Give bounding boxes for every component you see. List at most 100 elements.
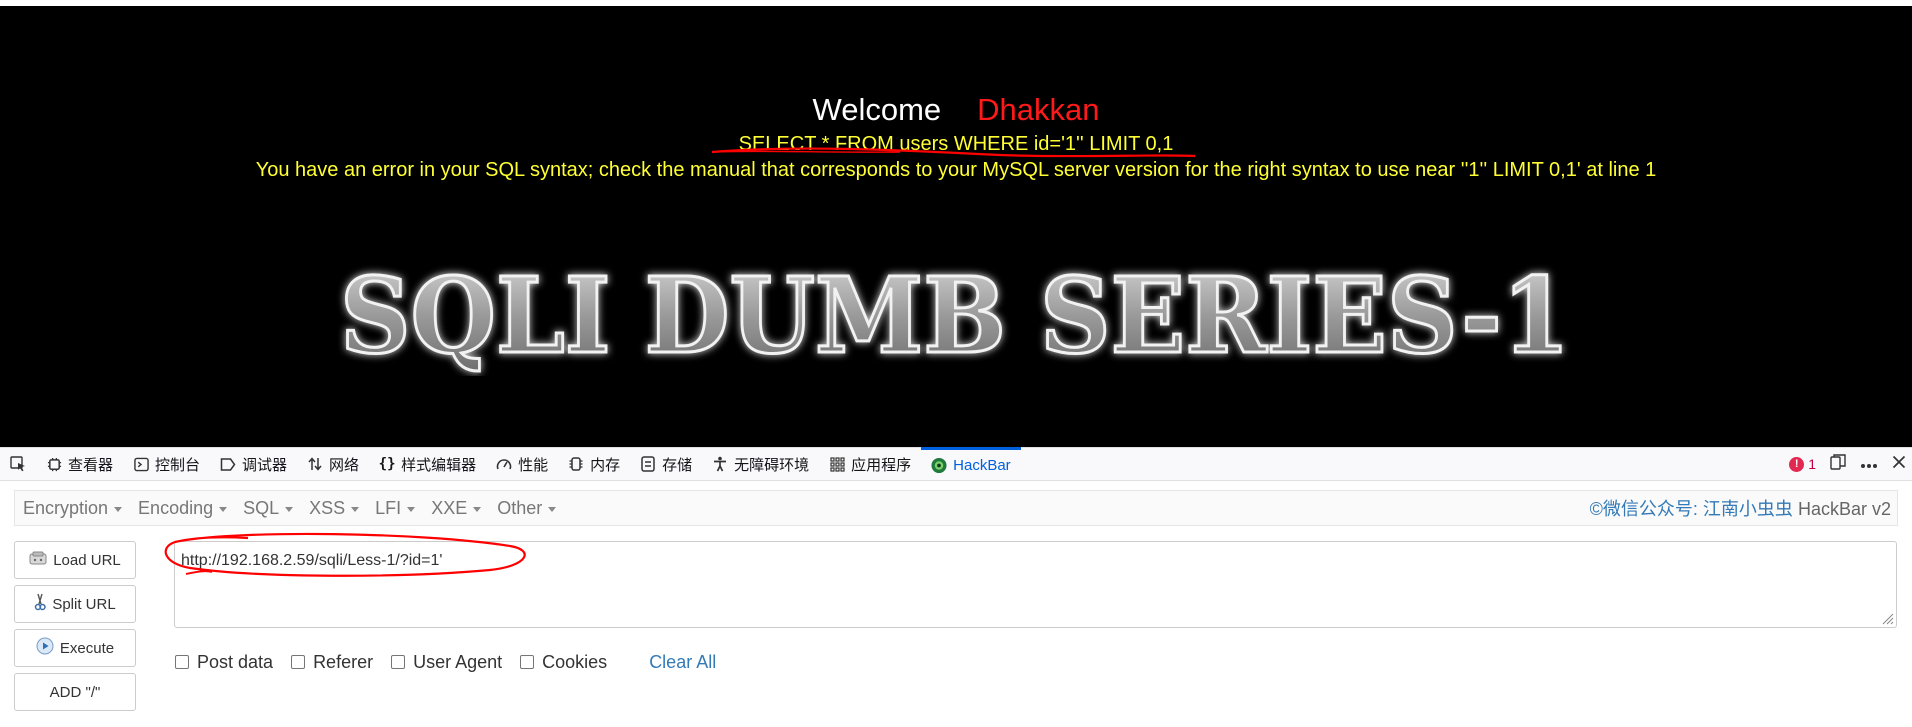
menu-lfi-label: LFI <box>375 497 402 518</box>
cookies-label: Cookies <box>542 651 608 672</box>
referer-checkbox[interactable] <box>291 655 306 669</box>
chevron-down-icon <box>407 506 416 512</box>
menu-encryption[interactable]: Encryption <box>15 498 130 519</box>
performance-icon <box>496 456 512 472</box>
tab-application-label: 应用程序 <box>851 456 912 474</box>
storage-icon <box>640 456 656 472</box>
devtools-right-controls: ! 1 <box>1789 454 1912 474</box>
element-picker-button[interactable] <box>0 447 36 481</box>
execute-label: Execute <box>59 639 115 657</box>
chevron-down-icon <box>548 506 557 512</box>
sql-error-message: You have an error in your SQL syntax; ch… <box>255 159 1657 181</box>
tab-network[interactable]: 网络 <box>297 447 369 481</box>
credit-name: HackBar v2 <box>1797 499 1891 519</box>
hackbar-icon <box>931 457 947 474</box>
menu-other-label: Other <box>497 497 543 518</box>
clear-all-link[interactable]: Clear All <box>649 652 716 673</box>
chevron-down-icon <box>114 506 123 512</box>
credit-link[interactable]: ©微信公众号: 江南小虫虫 <box>1590 499 1793 519</box>
web-page: Welcome Dhakkan SELECT * FROM users WHERE… <box>0 0 1912 447</box>
tab-debugger[interactable]: 调试器 <box>210 447 297 481</box>
chevron-down-icon <box>219 506 228 512</box>
tab-inspector[interactable]: 查看器 <box>36 447 123 481</box>
execute-button[interactable]: Execute <box>14 629 136 667</box>
cookies-option[interactable]: Cookies <box>520 652 607 673</box>
debugger-icon <box>220 456 236 472</box>
chevron-down-icon <box>285 506 294 512</box>
welcome-text: Welcome <box>812 92 942 127</box>
memory-icon <box>568 456 584 472</box>
referer-option[interactable]: Referer <box>291 652 373 673</box>
network-icon <box>307 456 323 472</box>
error-count-badge[interactable]: ! 1 <box>1789 456 1816 472</box>
hackbar-credit: ©微信公众号: 江南小虫虫 HackBar v2 <box>1590 495 1897 521</box>
load-url-icon <box>29 551 47 569</box>
load-url-button[interactable]: Load URL <box>14 541 136 579</box>
post-data-label: Post data <box>197 651 274 672</box>
tab-accessibility-label: 无障碍环境 <box>734 456 810 474</box>
menu-encoding[interactable]: Encoding <box>130 498 235 519</box>
url-value: http://192.168.2.59/sqli/Less-1/?id=1' <box>181 552 443 569</box>
post-data-option[interactable]: Post data <box>175 652 273 673</box>
cookies-checkbox[interactable] <box>520 655 535 669</box>
menu-lfi[interactable]: LFI <box>367 498 423 519</box>
user-agent-checkbox[interactable] <box>391 655 406 669</box>
url-textarea[interactable]: http://192.168.2.59/sqli/Less-1/?id=1' <box>174 541 1897 628</box>
tab-hackbar-label: HackBar <box>953 457 1011 474</box>
tab-application[interactable]: 应用程序 <box>819 447 921 481</box>
menu-encryption-label: Encryption <box>23 497 109 518</box>
menu-encoding-label: Encoding <box>138 497 214 518</box>
svg-text:SQLI DUMB SERIES-1: SQLI DUMB SERIES-1 <box>340 256 1570 376</box>
tab-console-label: 控制台 <box>155 456 201 474</box>
request-options: Post data Referer User Agent Cookies Cle… <box>175 650 716 674</box>
menu-sql-label: SQL <box>243 497 280 518</box>
console-icon <box>133 456 149 472</box>
scissors-icon <box>34 593 47 615</box>
tab-inspector-label: 查看器 <box>68 456 114 474</box>
dock-side-icon[interactable] <box>1830 454 1846 474</box>
tab-debugger-label: 调试器 <box>242 456 288 474</box>
inspector-icon <box>46 456 62 472</box>
tab-accessibility[interactable]: 无障碍环境 <box>702 447 819 481</box>
close-icon[interactable] <box>1892 455 1906 473</box>
username-text: Dhakkan <box>977 92 1100 127</box>
menu-xxe[interactable]: XXE <box>423 498 489 519</box>
user-agent-label: User Agent <box>413 651 503 672</box>
menu-other[interactable]: Other <box>489 498 564 519</box>
tab-performance[interactable]: 性能 <box>486 447 558 481</box>
referer-label: Referer <box>313 651 374 672</box>
hackbar-menu-bar: Encryption Encoding SQL XSS LFI XXE Othe… <box>14 490 1898 526</box>
tab-storage-label: 存储 <box>662 456 693 474</box>
play-icon <box>36 637 54 659</box>
split-url-button[interactable]: Split URL <box>14 585 136 623</box>
post-data-checkbox[interactable] <box>175 655 189 669</box>
welcome-line: Welcome Dhakkan <box>0 92 1912 128</box>
split-url-label: Split URL <box>52 595 116 613</box>
tab-performance-label: 性能 <box>518 456 549 474</box>
page-background <box>0 6 1912 447</box>
tab-memory[interactable]: 内存 <box>558 447 630 481</box>
tab-storage[interactable]: 存储 <box>630 447 702 481</box>
resize-handle-icon[interactable] <box>1880 611 1894 625</box>
menu-xxe-label: XXE <box>431 497 468 518</box>
sqli-banner-logo: SQLI DUMB SERIES-1 <box>339 256 1572 376</box>
error-icon: ! <box>1789 456 1805 472</box>
menu-xss-label: XSS <box>309 497 346 518</box>
more-options-icon[interactable] <box>1860 456 1878 473</box>
tab-memory-label: 内存 <box>590 456 621 474</box>
add-slash-label: ADD "/" <box>49 683 101 701</box>
tab-style-editor[interactable]: {} 样式编辑器 <box>369 447 486 481</box>
load-url-label: Load URL <box>53 551 121 569</box>
tab-style-editor-label: 样式编辑器 <box>401 456 477 474</box>
tab-console[interactable]: 控制台 <box>123 447 210 481</box>
error-count: 1 <box>1808 456 1816 472</box>
user-agent-option[interactable]: User Agent <box>391 652 502 673</box>
sql-query-text: SELECT * FROM users WHERE id='1'' LIMIT … <box>738 133 1174 155</box>
menu-sql[interactable]: SQL <box>235 498 301 519</box>
menu-xss[interactable]: XSS <box>301 498 367 519</box>
chevron-down-icon <box>351 506 360 512</box>
add-slash-button[interactable]: ADD "/" <box>14 673 136 711</box>
style-editor-icon: {} <box>378 456 396 472</box>
tab-hackbar[interactable]: HackBar <box>921 447 1021 481</box>
element-picker-icon <box>10 456 25 472</box>
